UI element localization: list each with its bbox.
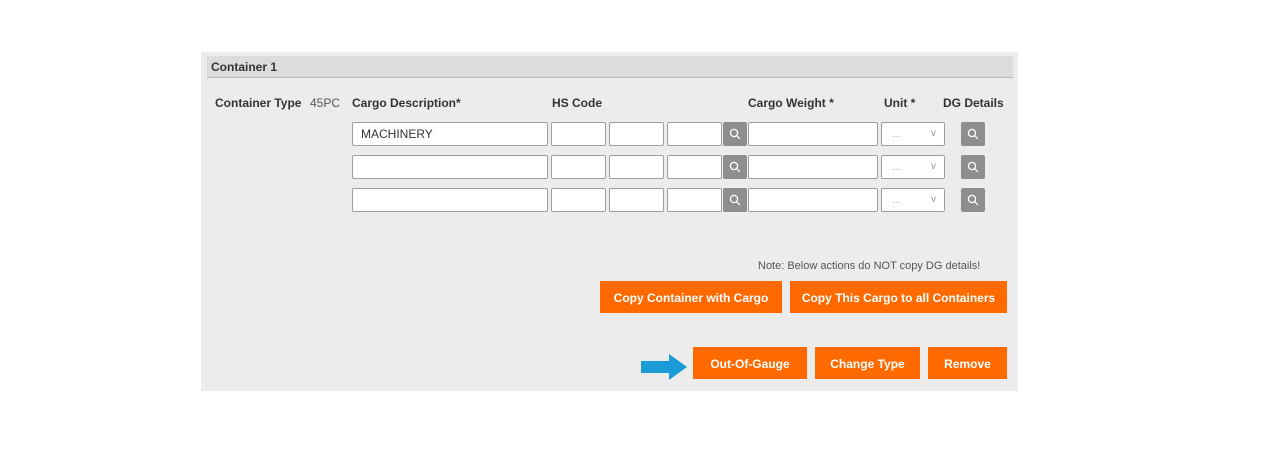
unit-select[interactable]: ... v <box>881 188 945 212</box>
container-type-value: 45PC <box>310 96 341 110</box>
cargo-weight-input[interactable] <box>748 188 878 212</box>
hs-code-input-3[interactable] <box>667 155 722 179</box>
unit-select-value: ... <box>892 129 901 140</box>
search-icon <box>729 194 741 206</box>
hs-code-input-2[interactable] <box>609 155 664 179</box>
chevron-down-icon: v <box>931 194 936 205</box>
container-panel: Container 1 Container Type 45PC Cargo De… <box>201 52 1018 391</box>
hs-code-input-2[interactable] <box>609 188 664 212</box>
hs-code-input-1[interactable] <box>551 155 606 179</box>
cargo-description-input[interactable] <box>352 188 548 212</box>
dg-details-header: DG Details <box>943 96 1004 110</box>
hs-code-input-3[interactable] <box>667 122 722 146</box>
hs-code-search-button[interactable] <box>723 188 747 212</box>
search-icon <box>729 161 741 173</box>
dg-details-search-button[interactable] <box>961 155 985 179</box>
hs-code-input-3[interactable] <box>667 188 722 212</box>
dg-details-search-button[interactable] <box>961 188 985 212</box>
container-title: Container 1 <box>207 56 1013 78</box>
hs-code-input-2[interactable] <box>609 122 664 146</box>
chevron-down-icon: v <box>931 128 936 139</box>
change-type-button[interactable]: Change Type <box>815 347 920 379</box>
cargo-description-header: Cargo Description* <box>352 96 461 110</box>
hs-code-input-1[interactable] <box>551 122 606 146</box>
search-icon <box>967 194 979 206</box>
hs-code-input-1[interactable] <box>551 188 606 212</box>
hs-code-search-button[interactable] <box>723 155 747 179</box>
remove-button[interactable]: Remove <box>928 347 1007 379</box>
cargo-weight-input[interactable] <box>748 122 878 146</box>
hs-code-search-button[interactable] <box>723 122 747 146</box>
pointer-arrow-icon <box>641 354 687 380</box>
search-icon <box>967 128 979 140</box>
cargo-description-input[interactable] <box>352 122 548 146</box>
search-icon <box>729 128 741 140</box>
copy-cargo-to-all-containers-button[interactable]: Copy This Cargo to all Containers <box>790 281 1007 313</box>
cargo-weight-header: Cargo Weight * <box>748 96 834 110</box>
cargo-description-input[interactable] <box>352 155 548 179</box>
container-type-label: Container Type <box>215 96 302 110</box>
out-of-gauge-button[interactable]: Out-Of-Gauge <box>693 347 807 379</box>
unit-select-value: ... <box>892 162 901 173</box>
dg-copy-note: Note: Below actions do NOT copy DG detai… <box>758 260 981 272</box>
unit-select-value: ... <box>892 195 901 206</box>
hs-code-header: HS Code <box>552 96 603 110</box>
dg-details-search-button[interactable] <box>961 122 985 146</box>
chevron-down-icon: v <box>931 161 936 172</box>
unit-select[interactable]: ... v <box>881 155 945 179</box>
unit-header: Unit * <box>884 96 916 110</box>
copy-container-with-cargo-button[interactable]: Copy Container with Cargo <box>600 281 782 313</box>
cargo-weight-input[interactable] <box>748 155 878 179</box>
unit-select[interactable]: ... v <box>881 122 945 146</box>
search-icon <box>967 161 979 173</box>
